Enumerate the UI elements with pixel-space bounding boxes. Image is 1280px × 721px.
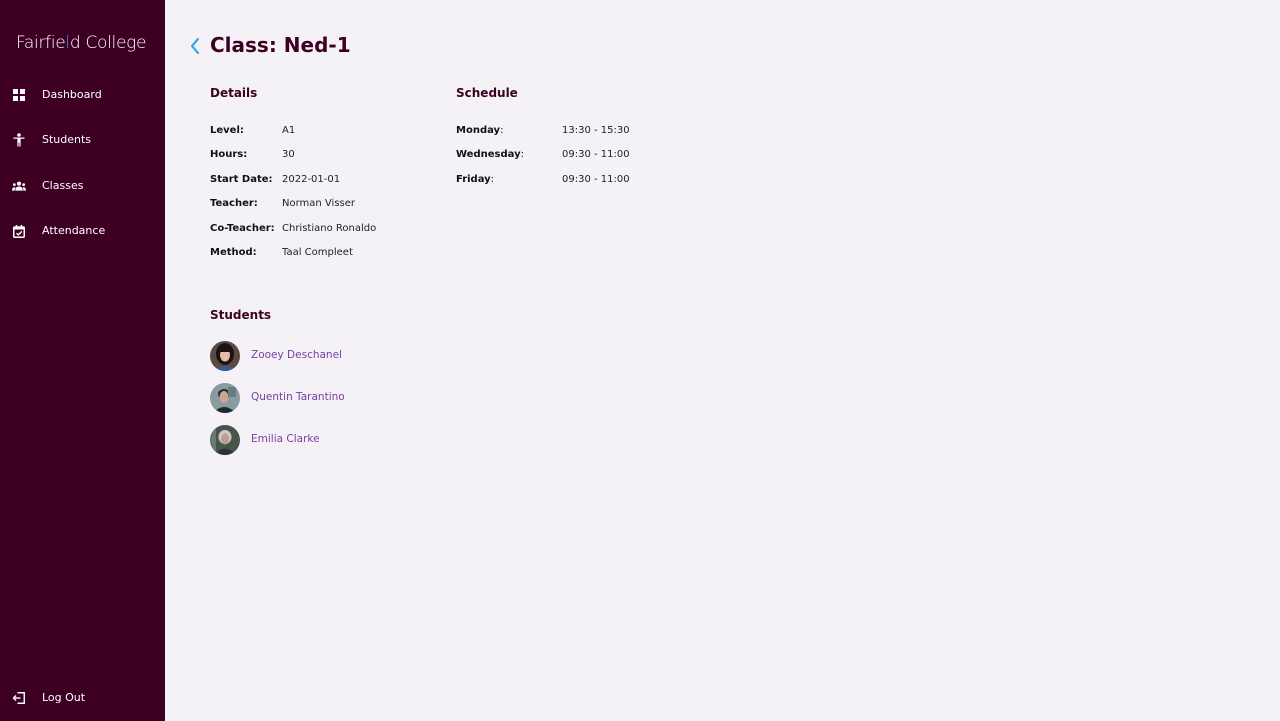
students-heading: Students	[210, 308, 272, 322]
detail-label-teacher: Teacher:	[210, 198, 258, 209]
sidebar-item-label: Students	[42, 133, 92, 146]
schedule-day-name: Friday	[456, 174, 491, 185]
detail-value-start-date: 2022-01-01	[282, 174, 341, 185]
schedule-day-name: Monday	[456, 125, 501, 136]
schedule-day-name: Wednesday	[456, 149, 521, 160]
logout-icon	[12, 691, 26, 705]
logout-button[interactable]: Log Out	[0, 683, 165, 713]
schedule-day-friday: Friday:	[456, 174, 495, 185]
detail-value-method: Taal Compleet	[282, 247, 353, 258]
page-title: Class: Ned-1	[210, 33, 351, 57]
detail-value-teacher: Norman Visser	[282, 198, 356, 209]
detail-label-method: Method:	[210, 247, 257, 258]
details-heading: Details	[210, 86, 258, 100]
detail-label-start-date: Start Date:	[210, 174, 273, 185]
schedule-time-wednesday: 09:30 - 11:00	[562, 149, 630, 160]
schedule-time-monday: 13:30 - 15:30	[562, 125, 630, 136]
detail-label-level: Level:	[210, 125, 244, 136]
main-content: Class: Ned-1 Details Level: A1 Hours: 30…	[165, 0, 1280, 721]
schedule-heading: Schedule	[456, 86, 518, 100]
detail-value-level: A1	[282, 125, 296, 136]
sidebar-item-attendance[interactable]: Attendance	[0, 216, 165, 246]
student-item[interactable]: Zooey Deschanel	[210, 341, 510, 371]
student-name-link[interactable]: Zooey Deschanel	[251, 349, 342, 361]
student-name-link[interactable]: Quentin Tarantino	[251, 391, 345, 403]
sidebar-item-dashboard[interactable]: Dashboard	[0, 80, 165, 110]
sidebar-item-label: Attendance	[42, 224, 106, 237]
chevron-left-icon	[189, 37, 201, 60]
calendar-check-icon	[12, 224, 26, 238]
schedule-day-monday: Monday:	[456, 125, 504, 136]
avatar	[210, 425, 240, 455]
logo-text-mid: d	[69, 33, 81, 53]
avatar	[210, 383, 240, 413]
avatar	[210, 341, 240, 371]
sidebar-item-students[interactable]: Students	[0, 125, 165, 155]
dashboard-icon	[12, 88, 26, 102]
detail-label-co-teacher: Co-Teacher:	[210, 223, 275, 234]
logout-label: Log Out	[42, 691, 86, 704]
schedule-day-wednesday: Wednesday:	[456, 149, 524, 160]
sidebar-item-classes[interactable]: Classes	[0, 171, 165, 201]
app-logo[interactable]: Fairfield College	[16, 33, 147, 53]
detail-value-hours: 30	[282, 149, 295, 160]
back-button[interactable]	[189, 36, 205, 56]
group-icon	[12, 179, 26, 193]
student-item[interactable]: Quentin Tarantino	[210, 383, 510, 413]
person-icon	[12, 133, 26, 147]
student-item[interactable]: Emilia Clarke	[210, 425, 510, 455]
logo-text-end: College	[80, 33, 147, 53]
detail-label-hours: Hours:	[210, 149, 248, 160]
sidebar: Fairfield College Dashboard Students Cla…	[0, 0, 165, 721]
schedule-time-friday: 09:30 - 11:00	[562, 174, 630, 185]
logo-text-start: Fairfie	[16, 33, 66, 53]
sidebar-item-label: Classes	[42, 179, 84, 192]
student-name-link[interactable]: Emilia Clarke	[251, 433, 320, 445]
detail-value-co-teacher: Christiano Ronaldo	[282, 223, 377, 234]
sidebar-item-label: Dashboard	[42, 88, 102, 101]
